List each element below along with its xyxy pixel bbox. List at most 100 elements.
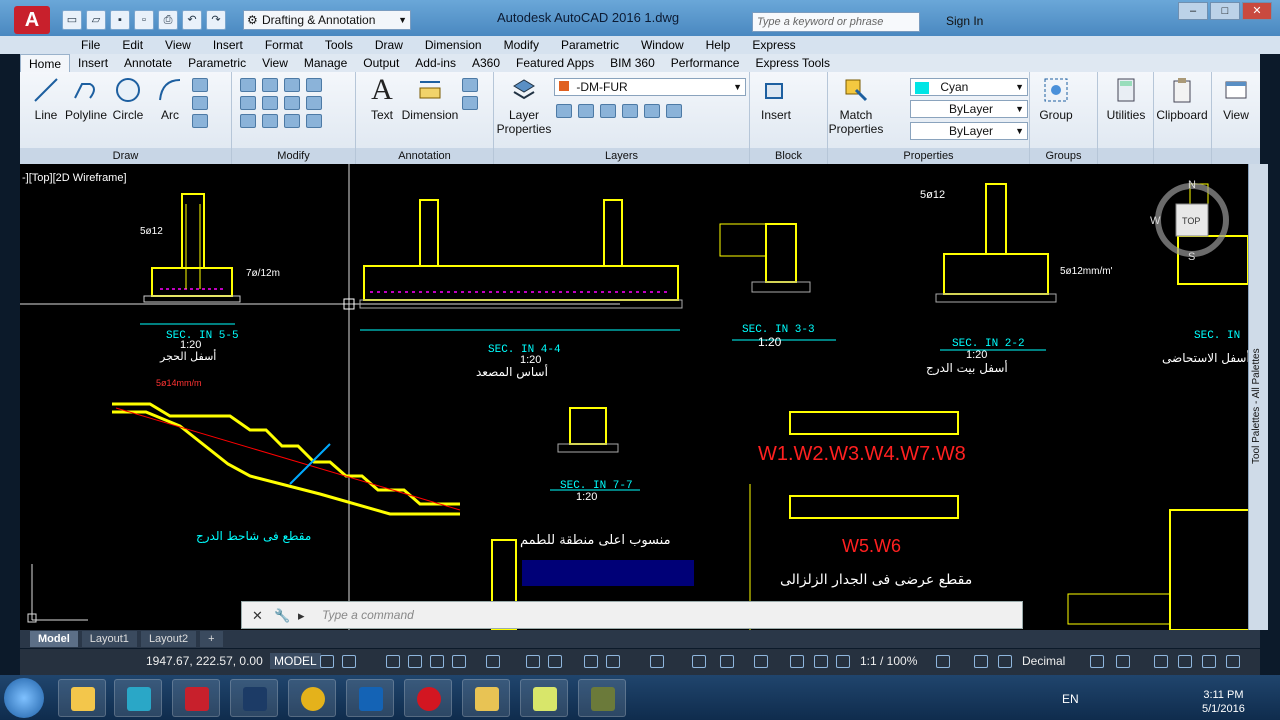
lock-ui-icon[interactable] xyxy=(1116,655,1130,668)
layer-lock-icon[interactable] xyxy=(622,104,638,118)
command-line[interactable]: ✕ 🔧 ▸ Type a command xyxy=(241,601,1023,629)
layer-off-icon[interactable] xyxy=(600,104,616,118)
tab-bim360[interactable]: BIM 360 xyxy=(602,54,663,72)
menu-insert[interactable]: Insert xyxy=(202,38,254,52)
gradient-icon[interactable] xyxy=(192,114,208,128)
menu-help[interactable]: Help xyxy=(695,38,742,52)
autocad-logo-icon[interactable]: A xyxy=(14,6,50,34)
units-dropdown[interactable]: Decimal xyxy=(1022,654,1065,668)
tab-add-ins[interactable]: Add-ins xyxy=(407,54,464,72)
fillet-icon[interactable] xyxy=(284,96,300,110)
tab-output[interactable]: Output xyxy=(355,54,407,72)
groups-panel-title[interactable]: Groups xyxy=(1030,148,1097,164)
quick-properties-icon[interactable] xyxy=(1090,655,1104,668)
dynamic-input-icon[interactable] xyxy=(408,655,422,668)
close-button[interactable]: ✕ xyxy=(1242,2,1272,20)
selection-filter-icon[interactable] xyxy=(754,655,768,668)
tab-annotate[interactable]: Annotate xyxy=(116,54,180,72)
leader-icon[interactable] xyxy=(462,78,478,92)
explode-icon[interactable] xyxy=(306,96,322,110)
wrench-icon[interactable]: 🔧 xyxy=(274,608,290,624)
tab-parametric[interactable]: Parametric xyxy=(180,54,254,72)
dynamic-ucs-icon[interactable] xyxy=(720,655,734,668)
tab-featured-apps[interactable]: Featured Apps xyxy=(508,54,602,72)
taskbar-explorer[interactable] xyxy=(58,679,106,717)
layer-properties-button[interactable]: Layer Properties xyxy=(496,76,552,136)
stretch-icon[interactable] xyxy=(240,114,256,128)
tab-manage[interactable]: Manage xyxy=(296,54,355,72)
tab-insert[interactable]: Insert xyxy=(70,54,116,72)
copy-icon[interactable] xyxy=(240,96,256,110)
annotation-scale[interactable]: 1:1 / 100% xyxy=(860,654,917,668)
layer-isolate-icon[interactable] xyxy=(556,104,572,118)
start-button[interactable] xyxy=(4,678,44,718)
taskbar-photoshop[interactable] xyxy=(230,679,278,717)
view-panel-title[interactable] xyxy=(1212,148,1260,164)
menu-express[interactable]: Express xyxy=(741,38,806,52)
open-icon[interactable]: ▱ xyxy=(86,10,106,30)
osnap-icon[interactable] xyxy=(548,655,562,668)
menu-format[interactable]: Format xyxy=(254,38,314,52)
redo-icon[interactable]: ↷ xyxy=(206,10,226,30)
lineweight-icon[interactable] xyxy=(584,655,598,668)
linetype-dropdown[interactable]: ByLayer ▼ xyxy=(910,100,1028,118)
tab-layout1[interactable]: Layout1 xyxy=(81,631,137,647)
selection-cycling-icon[interactable] xyxy=(650,655,664,668)
language-indicator[interactable]: EN xyxy=(1062,692,1079,706)
layer-freeze-icon[interactable] xyxy=(578,104,594,118)
tab-home[interactable]: Home xyxy=(20,54,71,72)
drawing-area[interactable]: SEC. IN 5-5 1:20 أسفل الحجر 5ø12 7ø/12m … xyxy=(20,164,1260,630)
block-panel-title[interactable]: Block xyxy=(750,148,827,164)
taskbar-folder[interactable] xyxy=(462,679,510,717)
menu-parametric[interactable]: Parametric xyxy=(550,38,630,52)
close-icon[interactable]: ✕ xyxy=(252,608,263,624)
tab-layout2[interactable]: Layout2 xyxy=(140,631,197,647)
offset-icon[interactable] xyxy=(306,114,322,128)
menu-view[interactable]: View xyxy=(154,38,202,52)
taskbar-opera[interactable] xyxy=(404,679,452,717)
rectangle-icon[interactable] xyxy=(192,96,208,110)
group-button[interactable]: Group xyxy=(1030,76,1082,122)
trim-icon[interactable] xyxy=(284,78,300,92)
minimize-button[interactable]: – xyxy=(1178,2,1208,20)
isodraft-icon[interactable] xyxy=(486,655,500,668)
infer-constraints-icon[interactable] xyxy=(386,655,400,668)
hardware-acceleration-icon[interactable] xyxy=(1178,655,1192,668)
menu-dimension[interactable]: Dimension xyxy=(414,38,493,52)
plot-icon[interactable]: ⎙ xyxy=(158,10,178,30)
3d-osnap-icon[interactable] xyxy=(692,655,706,668)
maximize-button[interactable]: □ xyxy=(1210,2,1240,20)
new-icon[interactable]: ▭ xyxy=(62,10,82,30)
layer-dropdown[interactable]: -DM-FUR ▼ xyxy=(554,78,746,96)
workspace-switch-icon[interactable] xyxy=(936,655,950,668)
insert-block-button[interactable]: Insert xyxy=(750,76,802,122)
taskbar-autocad[interactable] xyxy=(172,679,220,717)
table-icon[interactable] xyxy=(462,96,478,110)
utilities-button[interactable]: Utilities xyxy=(1100,76,1152,122)
move-icon[interactable] xyxy=(240,78,256,92)
ortho-icon[interactable] xyxy=(430,655,444,668)
layer-match-icon[interactable] xyxy=(644,104,660,118)
array-icon[interactable] xyxy=(284,114,300,128)
system-clock[interactable]: 3:11 PM 5/1/2016 xyxy=(1202,688,1245,716)
annotation-visibility-icon[interactable] xyxy=(814,655,828,668)
taskbar-chrome[interactable] xyxy=(288,679,336,717)
annotation-panel-title[interactable]: Annotation xyxy=(356,148,493,164)
layers-panel-title[interactable]: Layers xyxy=(494,148,749,164)
clipboard-panel-title[interactable] xyxy=(1154,148,1211,164)
gizmo-icon[interactable] xyxy=(790,655,804,668)
rotate-icon[interactable] xyxy=(262,78,278,92)
menu-file[interactable]: File xyxy=(70,38,111,52)
menu-edit[interactable]: Edit xyxy=(111,38,154,52)
plus-icon[interactable] xyxy=(974,655,988,668)
customization-icon[interactable] xyxy=(1226,655,1240,668)
snap-icon[interactable] xyxy=(342,655,356,668)
workspace-dropdown[interactable]: ⚙ Drafting & Annotation ▼ xyxy=(243,10,411,30)
save-icon[interactable]: ▪ xyxy=(110,10,130,30)
tool-palette-strip[interactable]: Tool Palettes - All Palettes xyxy=(1248,164,1268,630)
color-dropdown[interactable]: Cyan ▼ xyxy=(910,78,1028,96)
model-space-button[interactable]: MODEL xyxy=(270,653,321,669)
osnap-tracking-icon[interactable] xyxy=(526,655,540,668)
search-input[interactable]: Type a keyword or phrase xyxy=(752,12,920,32)
modify-panel-title[interactable]: Modify xyxy=(232,148,355,164)
